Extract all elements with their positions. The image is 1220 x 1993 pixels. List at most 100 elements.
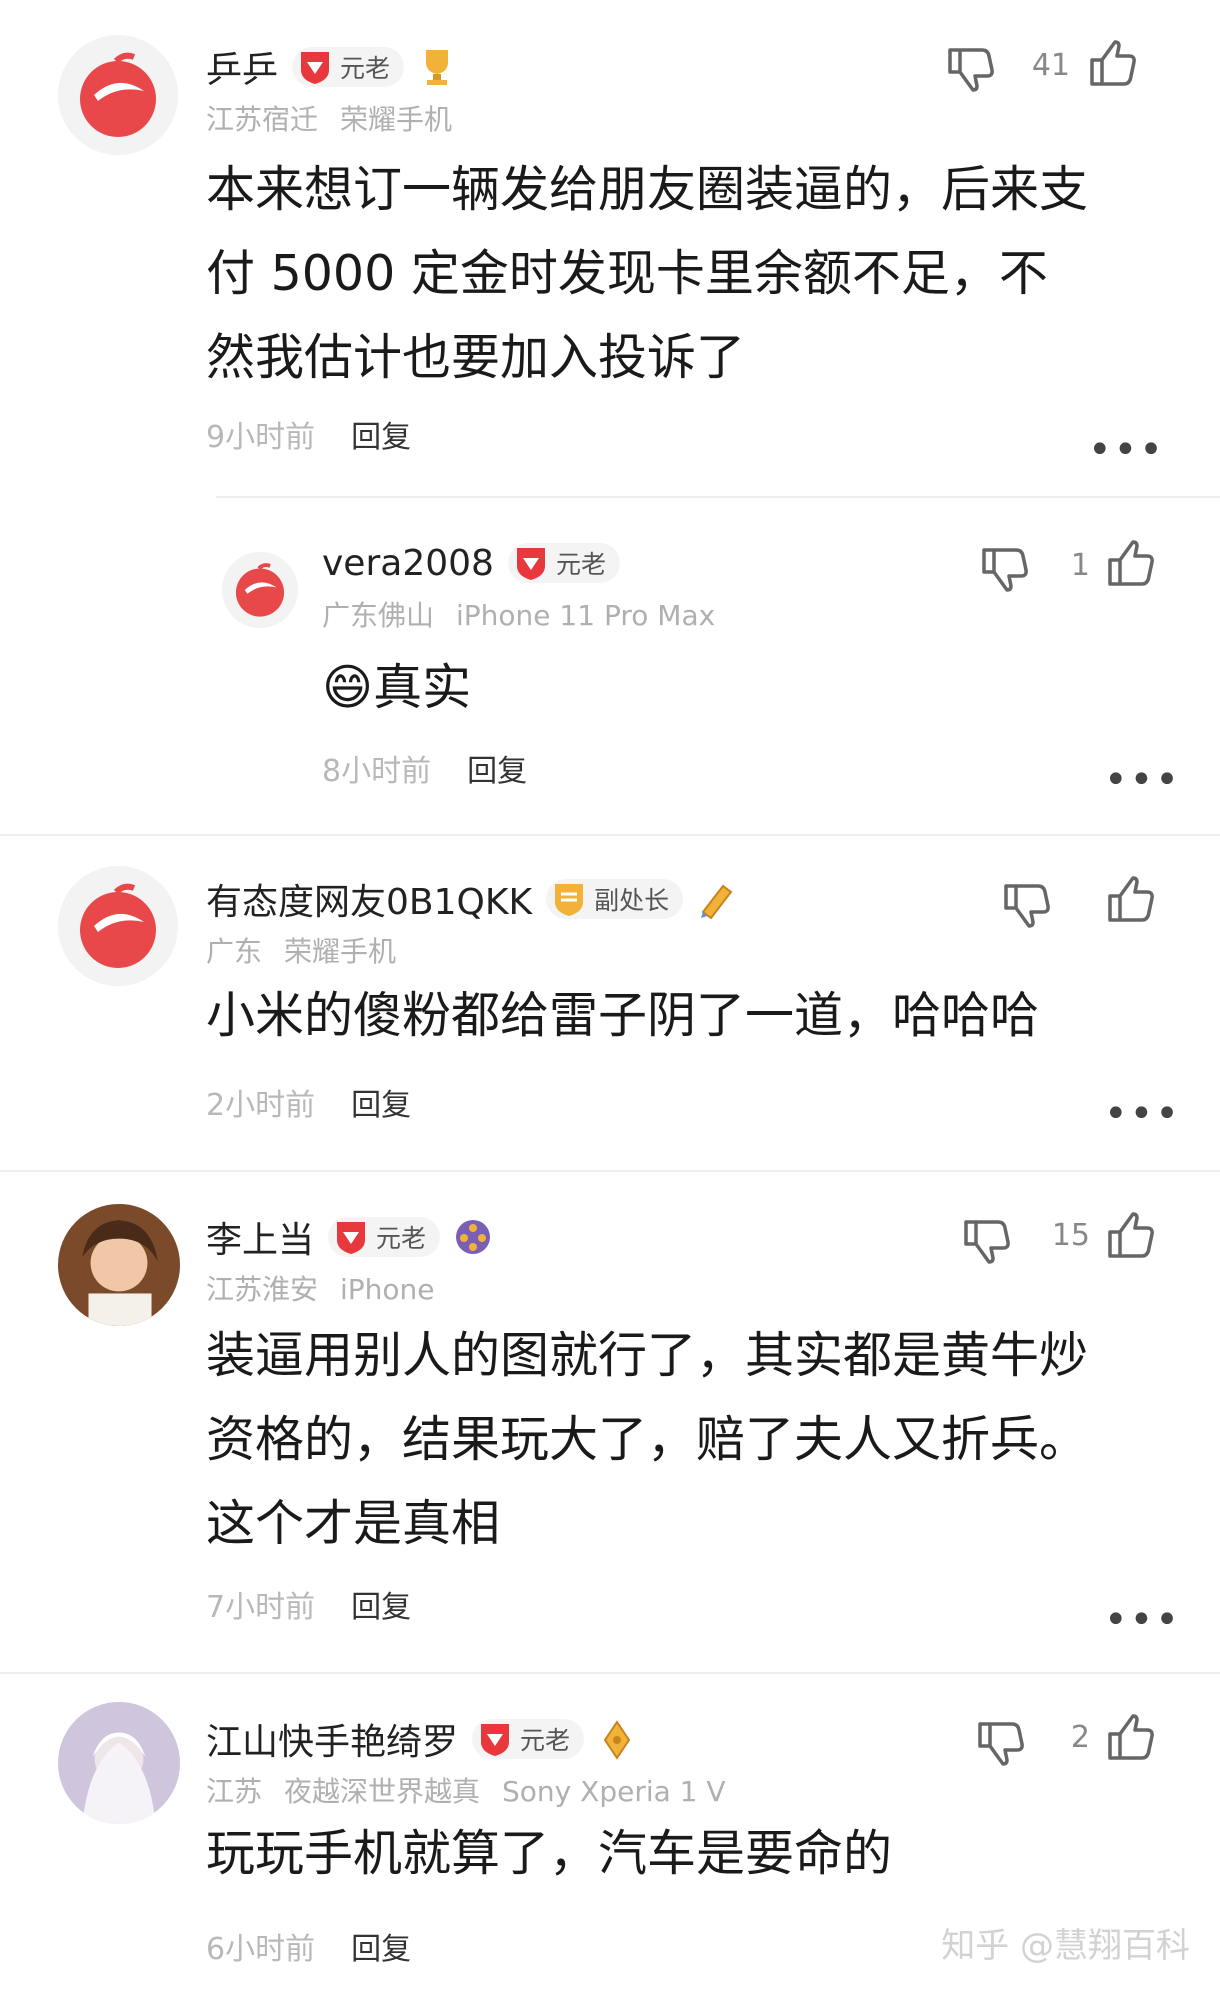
meta-info: 广东佛山 iPhone 11 Pro Max (322, 594, 715, 634)
app-logo-icon (58, 35, 178, 155)
reply-button[interactable]: 回复 (351, 1582, 411, 1626)
username[interactable]: 有态度网友0B1QKK (206, 873, 532, 925)
meta-info: 江苏宿迁 荣耀手机 (206, 98, 452, 138)
trophy-medal-icon (426, 50, 449, 85)
reply-button[interactable]: 回复 (467, 746, 527, 790)
content-line: 小米的傻粉都给雷子阴了一道，哈哈哈 (206, 987, 1040, 1044)
thumbs-up-icon[interactable] (1104, 874, 1156, 926)
character-photo-icon (58, 1702, 180, 1824)
rank-badge: 副处长 (546, 879, 684, 919)
more-options-button[interactable]: ••• (1104, 1600, 1181, 1640)
thumbs-up-icon[interactable] (1104, 1210, 1156, 1262)
thumbs-down-icon[interactable] (978, 542, 1030, 594)
rank-badge: 元老 (292, 47, 405, 87)
rank-badge: 元老 (328, 1217, 441, 1257)
username[interactable]: 江山快手艳绮罗 (206, 1713, 458, 1765)
comment-item: 李上当 元老 江苏淮安 iPhone 装逼用别人的图就行了，其实都是黄牛炒 资格的… (0, 1170, 1220, 1670)
badge-label: 元老 (340, 54, 391, 83)
device: iPhone (340, 1273, 435, 1306)
gold-shield-icon (555, 884, 584, 916)
content-line: 玩玩手机就算了，汽车是要命的 (206, 1825, 893, 1882)
username[interactable]: 乒乒 (206, 41, 278, 93)
user-photo-icon (58, 1204, 180, 1326)
thumbs-down-icon[interactable] (974, 1716, 1026, 1768)
content-line: 本来想订一辆发给朋友圈装逼的，后来支 (206, 161, 1089, 218)
device-model: Sony Xperia 1 V (502, 1775, 726, 1808)
thumbs-up-icon[interactable] (1086, 38, 1138, 90)
location: 江苏宿迁 (206, 103, 319, 136)
meta-info: 江苏淮安 iPhone (206, 1268, 435, 1308)
comment-footer: 2小时前 回复 (206, 1080, 411, 1124)
badge-label: 副处长 (594, 886, 670, 915)
comment-content: 玩玩手机就算了，汽车是要命的 (206, 1812, 1136, 1896)
more-options-button[interactable]: ••• (1104, 760, 1181, 800)
thumbs-down-icon[interactable] (960, 1214, 1012, 1266)
meta-info: 江苏 夜越深世界越真 Sony Xperia 1 V (206, 1770, 726, 1810)
thumbs-down-icon[interactable] (1000, 878, 1052, 930)
thumbs-down-icon[interactable] (944, 42, 996, 94)
avatar[interactable] (58, 35, 178, 155)
red-shield-icon (516, 548, 545, 580)
badge-label: 元老 (376, 1224, 427, 1253)
reply-button[interactable]: 回复 (351, 1924, 411, 1968)
timestamp: 9小时前 (206, 420, 316, 455)
avatar[interactable] (58, 1204, 180, 1326)
username[interactable]: 李上当 (206, 1211, 314, 1263)
comment-content: 小米的傻粉都给雷子阴了一道，哈哈哈 (206, 974, 1136, 1058)
app-logo-icon (222, 552, 298, 628)
timestamp: 8小时前 (322, 754, 432, 789)
device: 荣耀手机 (284, 935, 397, 968)
pen-nib-medal-icon (603, 1720, 631, 1760)
content-line: 然我估计也要加入投诉了 (206, 329, 746, 386)
reply-button[interactable]: 回复 (351, 1080, 411, 1124)
device: iPhone 11 Pro Max (456, 599, 716, 632)
avatar[interactable] (58, 1702, 180, 1824)
timestamp: 2小时前 (206, 1088, 316, 1123)
location: 广东 (206, 935, 263, 968)
comment-content: 😄真实 (322, 646, 1220, 730)
content-line: 这个才是真相 (206, 1495, 501, 1552)
comment-item: 有态度网友0B1QKK 副处长 广东 荣耀手机 小米的傻粉都给雷子阴了一道，哈哈哈… (0, 834, 1220, 1168)
timestamp: 7小时前 (206, 1590, 316, 1625)
comment-item: 乒乒 元老 江苏宿迁 荣耀手机 本来想订一辆发给朋友圈装逼的，后来支 付 5000… (0, 0, 1220, 470)
content-line: 😄真实 (322, 659, 472, 716)
like-count: 1 (1070, 548, 1090, 583)
device: 荣耀手机 (340, 103, 453, 136)
username[interactable]: vera2008 (322, 543, 494, 584)
comment-footer: 8小时前 回复 (322, 746, 527, 790)
divider (216, 496, 1220, 498)
red-shield-icon (481, 1724, 510, 1756)
badge-label: 元老 (520, 1726, 571, 1755)
thumbs-up-icon[interactable] (1104, 1712, 1156, 1764)
thumbs-up-icon[interactable] (1104, 538, 1156, 590)
badge-label: 元老 (555, 550, 606, 579)
red-shield-icon (301, 52, 330, 84)
avatar[interactable] (222, 552, 298, 628)
reply-button[interactable]: 回复 (351, 412, 411, 456)
more-options-button[interactable]: ••• (1088, 430, 1165, 470)
like-count: 2 (1070, 1720, 1090, 1755)
watermark: 知乎 @慧翔百科 (941, 1926, 1190, 1966)
timestamp: 6小时前 (206, 1932, 316, 1967)
device: 夜越深世界越真 (284, 1775, 481, 1808)
avatar[interactable] (58, 866, 178, 986)
location: 江苏淮安 (206, 1273, 319, 1306)
location: 广东佛山 (322, 599, 435, 632)
meta-info: 广东 荣耀手机 (206, 930, 396, 970)
reply-item: vera2008 元老 广东佛山 iPhone 11 Pro Max 😄真实 8小… (0, 500, 1220, 820)
app-logo-icon (58, 866, 178, 986)
comment-content: 本来想订一辆发给朋友圈装逼的，后来支 付 5000 定金时发现卡里余额不足，不 … (206, 148, 1136, 400)
comment-footer: 7小时前 回复 (206, 1582, 411, 1626)
comment-footer: 9小时前 回复 (206, 412, 411, 456)
pen-medal-icon (701, 884, 733, 920)
more-options-button[interactable]: ••• (1104, 1094, 1181, 1134)
content-line: 付 5000 定金时发现卡里余额不足，不 (206, 245, 1048, 302)
film-reel-medal-icon (456, 1220, 491, 1254)
comment-footer: 6小时前 回复 (206, 1924, 411, 1968)
location: 江苏 (206, 1775, 263, 1808)
content-line: 资格的，结果玩大了，赔了夫人又折兵。 (206, 1411, 1089, 1468)
comment-content: 装逼用别人的图就行了，其实都是黄牛炒 资格的，结果玩大了，赔了夫人又折兵。 这个… (206, 1314, 1136, 1566)
like-count: 15 (1051, 1218, 1090, 1253)
rank-badge: 元老 (507, 543, 620, 583)
red-shield-icon (337, 1222, 366, 1254)
